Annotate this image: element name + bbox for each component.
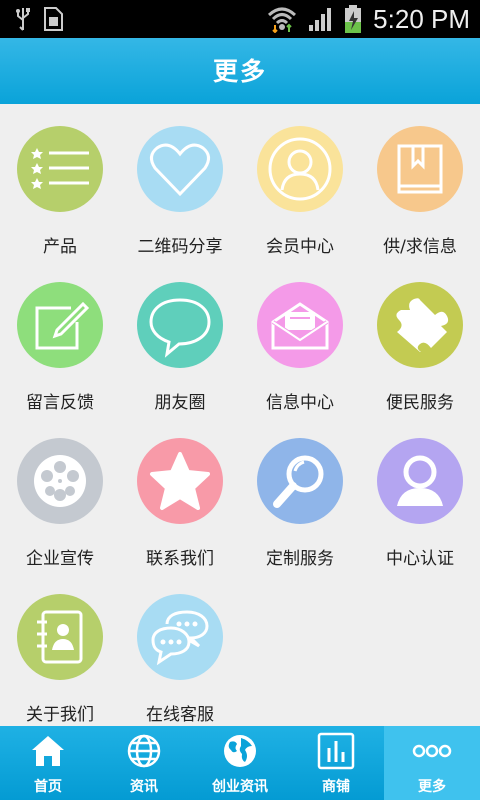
book-icon: [377, 126, 463, 212]
edit-note-icon: [17, 282, 103, 368]
tab-startup-news[interactable]: 创业资讯: [192, 726, 288, 800]
grid-item-corporate-promo[interactable]: 企业宣传: [0, 416, 120, 572]
grid-item-label: 留言反馈: [26, 393, 94, 413]
magnifier-icon: [257, 438, 343, 524]
bar-chart-icon: [317, 732, 355, 770]
tab-label: 创业资讯: [212, 779, 268, 795]
chat-bubble-icon: [137, 282, 223, 368]
grid-item-qrcode-share[interactable]: 二维码分享: [120, 104, 240, 260]
battery-charging-icon: [345, 5, 362, 33]
tab-label: 更多: [418, 779, 446, 795]
grid-item-convenience-service[interactable]: 便民服务: [360, 260, 480, 416]
grid-item-member-center[interactable]: 会员中心: [240, 104, 360, 260]
heart-icon: [137, 126, 223, 212]
header-bar: 更多: [0, 38, 480, 104]
grid-item-label: 定制服务: [266, 549, 334, 569]
more-dots-icon: [412, 744, 452, 758]
wifi-icon: [268, 7, 297, 33]
grid-item-label: 关于我们: [26, 705, 94, 725]
chat-bubbles-icon: [137, 594, 223, 680]
signal-icon: [309, 8, 332, 31]
tab-news[interactable]: 资讯: [96, 726, 192, 800]
grid-item-online-support[interactable]: 在线客服: [120, 572, 240, 728]
earth-icon: [224, 735, 256, 767]
grid-item-label: 便民服务: [386, 393, 454, 413]
tab-shops[interactable]: 商铺: [288, 726, 384, 800]
grid-item-label: 朋友圈: [154, 393, 206, 413]
star-icon: [137, 438, 223, 524]
grid-item-label: 中心认证: [386, 549, 454, 569]
grid-item-label: 联系我们: [146, 549, 214, 569]
grid-item-moments[interactable]: 朋友圈: [120, 260, 240, 416]
grid-item-label: 企业宣传: [26, 549, 94, 569]
grid-item-label: 信息中心: [266, 393, 334, 413]
page-title: 更多: [212, 57, 267, 86]
bottom-tab-bar: 首页 资讯 创业资讯 商铺 更多: [0, 726, 480, 800]
home-icon: [32, 736, 64, 766]
film-reel-icon: [17, 438, 103, 524]
user-icon: [377, 438, 463, 524]
sim-card-icon: [44, 7, 63, 31]
status-time: 5:20 PM: [373, 4, 470, 34]
globe-icon: [127, 734, 161, 768]
grid-item-label: 二维码分享: [137, 237, 223, 257]
grid-item-feedback[interactable]: 留言反馈: [0, 260, 120, 416]
tab-home[interactable]: 首页: [0, 726, 96, 800]
grid-item-label: 会员中心: [266, 237, 334, 257]
contacts-book-icon: [17, 594, 103, 680]
envelope-icon: [257, 282, 343, 368]
tab-more[interactable]: 更多: [384, 726, 480, 800]
grid-item-about-us[interactable]: 关于我们: [0, 572, 120, 728]
product-list-icon: [17, 126, 103, 212]
grid-item-label: 供/求信息: [383, 237, 457, 257]
grid-item-supply-demand[interactable]: 供/求信息: [360, 104, 480, 260]
grid-item-custom-service[interactable]: 定制服务: [240, 416, 360, 572]
usb-icon: [16, 8, 30, 31]
grid-item-message-center[interactable]: 信息中心: [240, 260, 360, 416]
puzzle-icon: [377, 282, 463, 368]
member-avatar-icon: [257, 126, 343, 212]
tab-label: 资讯: [130, 779, 158, 795]
tab-label: 首页: [34, 779, 62, 795]
tab-label: 商铺: [322, 779, 350, 795]
grid-item-contact-us[interactable]: 联系我们: [120, 416, 240, 572]
grid-item-label: 在线客服: [146, 705, 214, 725]
grid-item-product[interactable]: 产品: [0, 104, 120, 260]
grid-item-label: 产品: [43, 237, 77, 257]
grid-item-center-certification[interactable]: 中心认证: [360, 416, 480, 572]
status-bar: 5:20 PM: [0, 0, 480, 38]
